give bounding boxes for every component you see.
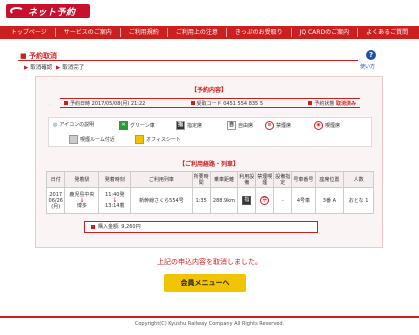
legend-caption: ◎ アイコンの説明 bbox=[53, 121, 95, 129]
reserved-seat-icon: 指 bbox=[242, 196, 252, 205]
logo: ネット予約 bbox=[6, 4, 90, 18]
nav-notes[interactable]: ご利用上の注意 bbox=[166, 28, 226, 37]
smoking-room-icon bbox=[69, 135, 78, 144]
col-seat: 座席位置 bbox=[314, 171, 345, 188]
footer-divider bbox=[0, 316, 419, 318]
office-seat-icon bbox=[135, 135, 144, 144]
reservation-card: 【予約内容】 予約日時 2017/05/08(月) 21:22 受取コード 04… bbox=[35, 76, 383, 248]
col-train: ご利用列車 bbox=[130, 171, 193, 188]
cell-stations: 鹿児島中央 ↓ 博多 bbox=[64, 187, 100, 214]
help-icon[interactable]: ? bbox=[366, 50, 376, 60]
col-stations: 発着駅 bbox=[64, 171, 100, 188]
table-header-row: 日付 発着駅 発着時刻 ご利用列車 所要時間 乗車距離 利用設備 禁煙喫煙 設備… bbox=[45, 171, 374, 188]
copyright: Copyright(C) Kyushu Railway Company All … bbox=[134, 321, 285, 327]
legend-unreserved: 自自由席 bbox=[227, 121, 253, 130]
cell-date: 2017 06/26 (月) bbox=[45, 187, 66, 214]
cell-train: 新幹線さくら554号 bbox=[130, 187, 193, 214]
reservation-info-row: 予約日時 2017/05/08(月) 21:22 受取コード 0451 554 … bbox=[60, 98, 360, 108]
legend-non-smoking: ⊘ 禁煙席 bbox=[265, 121, 291, 130]
col-date: 日付 bbox=[45, 171, 66, 188]
col-duration: 所要時間 bbox=[191, 171, 211, 188]
reservation-datetime: 予約日時 2017/05/08(月) 21:22 bbox=[70, 100, 146, 107]
legend-office-seat: オフィスシート bbox=[135, 135, 181, 144]
bullet-icon bbox=[91, 224, 95, 229]
bullet-icon bbox=[64, 101, 68, 105]
bullet-icon bbox=[190, 101, 195, 105]
cell-distance: 288.9km bbox=[209, 187, 239, 214]
nav-top[interactable]: トップページ bbox=[3, 28, 55, 37]
itinerary-table: 日付 発着駅 発着時刻 ご利用列車 所要時間 乗車距離 利用設備 禁煙喫煙 設備… bbox=[45, 171, 374, 214]
legend-smoking: ◉ 喫煙席 bbox=[314, 121, 340, 130]
col-times: 発着時刻 bbox=[98, 171, 132, 188]
step-arrow-icon: ▶ bbox=[24, 65, 29, 71]
col-designation: 設備指定 bbox=[273, 171, 293, 188]
legend-label: オフィスシート bbox=[146, 137, 181, 143]
icon-legend: ◎ アイコンの説明 ✕ グリーン車 指指定席 自自由席 ⊘ 禁煙席 ◉ 喫煙席 喫煙ルー… bbox=[48, 117, 372, 147]
nav-ticket-pickup[interactable]: きっぷのお受取り bbox=[225, 28, 291, 37]
non-smoking-icon: 禁 bbox=[260, 196, 270, 205]
cell-smoking: 禁 bbox=[255, 187, 275, 214]
col-facility: 利用設備 bbox=[237, 171, 257, 188]
cell-seat: 3番 A bbox=[314, 187, 345, 214]
legend-label: 指定席 bbox=[187, 123, 203, 129]
title-divider bbox=[18, 60, 358, 61]
smoking-icon: ◉ bbox=[314, 121, 323, 130]
reserved-seat-icon: 指 bbox=[176, 121, 185, 130]
cell-duration: 1:35 bbox=[191, 187, 211, 214]
legend-smoking-room: 喫煙ルーム付近 bbox=[69, 135, 115, 144]
logo-text: ネット予約 bbox=[28, 8, 76, 18]
logo-swoosh-icon bbox=[10, 7, 24, 15]
col-people: 人数 bbox=[343, 171, 374, 188]
col-smoking: 禁煙喫煙 bbox=[255, 171, 275, 188]
col-car: 号車番号 bbox=[291, 171, 316, 188]
breadcrumb: ▶ 取消確認 ▶ 取消完了 bbox=[22, 63, 84, 71]
to-station: 博多 bbox=[76, 203, 87, 209]
table-row: 2017 06/26 (月) 鹿児島中央 ↓ 博多 11:40発 ↓ 13:14… bbox=[45, 187, 374, 214]
status-label: 予約状態 bbox=[314, 100, 335, 107]
cell-designation: - bbox=[273, 187, 293, 214]
itinerary-header: 【ご利用経路・列車】 bbox=[178, 161, 239, 168]
legend-reserved: 指指定席 bbox=[176, 121, 202, 130]
legend-label: 喫煙ルーム付近 bbox=[80, 137, 115, 143]
legend-caption-text: アイコンの説明 bbox=[59, 122, 95, 128]
nav-jq-card[interactable]: JQ CARDのご案内 bbox=[290, 28, 357, 37]
status-badge: 取消済み bbox=[335, 100, 356, 107]
cell-car: 4号車 bbox=[291, 187, 316, 214]
step-complete: 取消完了 bbox=[62, 65, 85, 71]
step-confirm: 取消確認 bbox=[30, 65, 53, 71]
green-car-icon: ✕ bbox=[119, 121, 128, 130]
help-label[interactable]: 使い方 bbox=[360, 63, 375, 70]
cancel-notice: 上記の申込内容を取消しました。 bbox=[157, 258, 262, 266]
nav-services[interactable]: サービスのご案内 bbox=[54, 28, 120, 37]
reservation-header: 【予約内容】 bbox=[190, 87, 227, 94]
legend-green-car: ✕ グリーン車 bbox=[119, 121, 155, 130]
col-distance: 乗車距離 bbox=[209, 171, 239, 188]
cell-people: おとな 1 bbox=[343, 187, 374, 214]
step-arrow-icon: ▶ bbox=[56, 65, 61, 71]
info-icon: ◎ bbox=[53, 121, 58, 128]
bullet-icon bbox=[308, 101, 313, 105]
cell-facility: 指 bbox=[237, 187, 257, 214]
member-menu-button[interactable]: 会員メニューへ bbox=[164, 274, 246, 292]
price-text: 購入金額: 9,260円 bbox=[98, 224, 141, 230]
arrival-time: 13:14着 bbox=[105, 203, 125, 209]
cell-times: 11:40発 ↓ 13:14着 bbox=[98, 187, 132, 214]
legend-label: 禁煙席 bbox=[276, 123, 292, 129]
non-smoking-icon: ⊘ bbox=[265, 121, 274, 130]
legend-label: 自由席 bbox=[238, 123, 254, 129]
nav-faq[interactable]: よくあるご質問 bbox=[357, 28, 416, 37]
price-box: 購入金額: 9,260円 bbox=[84, 221, 318, 233]
legend-label: グリーン車 bbox=[130, 123, 155, 129]
nav-terms[interactable]: ご利用規約 bbox=[119, 28, 167, 37]
pickup-code: 受取コード 0451 554 835 5 bbox=[196, 100, 264, 107]
main-nav: トップページ サービスのご案内 ご利用規約 ご利用上の注意 きっぷのお受取り J… bbox=[0, 26, 419, 39]
legend-label: 喫煙席 bbox=[325, 123, 341, 129]
unreserved-seat-icon: 自 bbox=[227, 121, 236, 130]
